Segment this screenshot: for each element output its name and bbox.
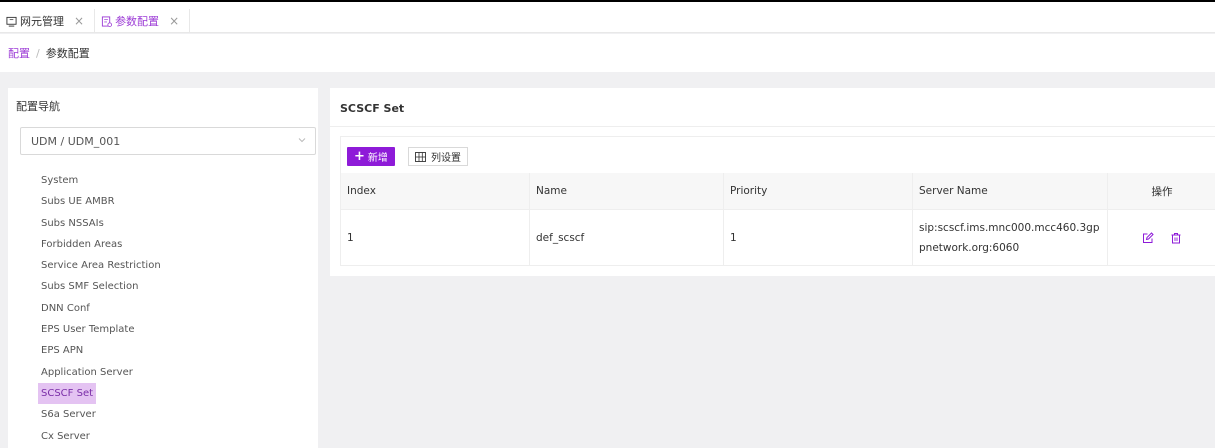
cell-actions: [1108, 210, 1215, 265]
trash-icon[interactable]: [1170, 232, 1182, 244]
column-settings-label: 列设置: [431, 153, 461, 164]
cell-server-name: sip:scscf.ims.mnc000.mcc460.3gppnetwork.…: [913, 210, 1108, 265]
column-header-server-name[interactable]: Server Name: [913, 173, 1108, 209]
add-button-label: 新增: [367, 153, 388, 164]
sidebar-item-subs-smf-selection[interactable]: Subs SMF Selection: [38, 276, 164, 297]
close-icon[interactable]: ×: [74, 14, 84, 28]
panel-title: SCSCF Set: [340, 102, 405, 115]
tab-label: 网元管理: [20, 15, 64, 28]
column-header-name[interactable]: Name: [530, 173, 724, 209]
window-top-border: [0, 0, 1215, 9]
tab-parameter-config[interactable]: 参数配置 ×: [95, 9, 191, 33]
cell-index: 1: [341, 210, 530, 265]
column-header-actions: 操作: [1151, 185, 1173, 198]
column-header-index[interactable]: Index: [341, 173, 530, 209]
table-grid-icon: [415, 151, 426, 162]
edit-icon[interactable]: [1142, 231, 1154, 244]
table-row: 1 def_scscf 1 sip:scscf.ims.mnc000.mcc46…: [341, 209, 1215, 265]
sidebar-item-system[interactable]: System: [38, 170, 164, 191]
tab-network-element[interactable]: 网元管理 ×: [0, 9, 96, 33]
table-header: Index Name Priority Server Name 操作: [341, 173, 1215, 209]
column-header-priority[interactable]: Priority: [724, 173, 913, 209]
sidebar-item-service-area-restriction[interactable]: Service Area Restriction: [38, 255, 164, 276]
sidebar-item-dnn-conf[interactable]: DNN Conf: [38, 298, 164, 319]
sidebar-item-subs-ue-ambr[interactable]: Subs UE AMBR: [38, 191, 164, 212]
column-settings-button[interactable]: 列设置: [408, 147, 468, 166]
tab-bar: 网元管理 × 参数配置 ×: [0, 9, 1215, 33]
sidebar-item-subs-nssais[interactable]: Subs NSSAIs: [38, 213, 164, 234]
sidebar-item-eps-apn[interactable]: EPS APN: [38, 340, 164, 361]
sidebar-item-scscf-set[interactable]: SCSCF Set: [38, 382, 97, 405]
sidebar-item-eps-user-template[interactable]: EPS User Template: [38, 319, 164, 340]
sidebar-nav: System Subs UE AMBR Subs NSSAIs Forbidde…: [38, 170, 164, 447]
element-select-value: UDM / UDM_001: [31, 134, 121, 148]
breadcrumb-separator: /: [36, 46, 40, 60]
sidebar-item-application-server[interactable]: Application Server: [38, 362, 164, 383]
panel-divider: [330, 126, 1215, 127]
scscf-table: Index Name Priority Server Name 操作 1 def…: [341, 173, 1215, 265]
sidebar-item-forbidden-areas[interactable]: Forbidden Areas: [38, 234, 164, 255]
sidebar-title: 配置导航: [16, 100, 60, 113]
chevron-down-icon: [298, 138, 306, 143]
breadcrumb-root-link[interactable]: 配置: [8, 45, 30, 61]
scscf-set-panel: SCSCF Set + 新增 列设置 Index Name Priority S…: [330, 88, 1215, 276]
sidebar-item-cx-server[interactable]: Cx Server: [38, 426, 164, 447]
close-icon[interactable]: ×: [169, 14, 179, 28]
breadcrumb: 配置 / 参数配置: [0, 34, 1215, 72]
config-navigation-sidebar: 配置导航 UDM / UDM_001 System Subs UE AMBR S…: [8, 88, 318, 448]
row-actions: [1142, 231, 1182, 244]
plus-icon: +: [354, 149, 365, 164]
breadcrumb-current: 参数配置: [45, 47, 90, 60]
monitor-icon: [6, 16, 17, 27]
cell-priority: 1: [724, 210, 913, 265]
cell-name: def_scscf: [530, 210, 724, 265]
table-container: + 新增 列设置 Index Name Priority Server Name…: [340, 136, 1215, 266]
sidebar-item-s6a-server[interactable]: S6a Server: [38, 404, 164, 425]
settings-doc-icon: [101, 15, 113, 27]
element-select[interactable]: UDM / UDM_001: [20, 127, 316, 155]
add-button[interactable]: + 新增: [347, 147, 395, 166]
tab-label: 参数配置: [115, 15, 160, 28]
